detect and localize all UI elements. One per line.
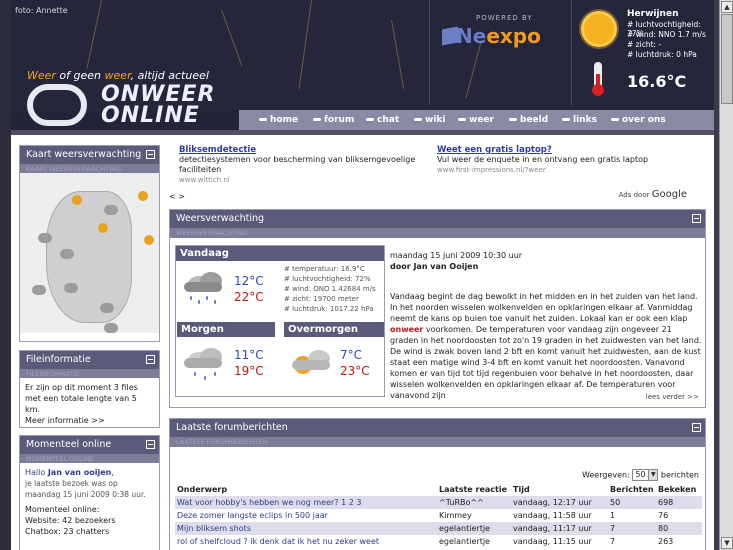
thermometer-icon xyxy=(592,62,604,96)
dayafter-tmin: 7°C xyxy=(340,348,363,362)
window-edge xyxy=(0,0,11,550)
minimize-icon[interactable] xyxy=(146,355,155,364)
forum-table: Onderwerp Laatste reactie Tijd Berichten… xyxy=(175,483,702,548)
site-header: foto: Annette Weer of geen weer, altijd … xyxy=(11,0,714,135)
cloud-icon xyxy=(64,283,78,293)
today-details: # temperatuur: 16.9°C # luchtvochtigheid… xyxy=(284,265,376,313)
online-box-title: Momenteel online xyxy=(26,439,112,450)
page: foto: Annette Weer of geen weer, altijd … xyxy=(11,0,714,550)
cloud-rain-icon xyxy=(184,346,224,370)
traffic-info-text: Er zijn op dit moment 3 files met een to… xyxy=(25,383,138,414)
vertical-scrollbar[interactable]: ▲ ▼ xyxy=(719,0,733,550)
cloud-rain-icon xyxy=(184,270,224,294)
current-weather: Herwijnen # luchtvochtigheid: 77% # wind… xyxy=(571,0,714,105)
forecast-map[interactable] xyxy=(20,173,159,333)
nav-home[interactable]: home xyxy=(259,115,298,125)
forecast-article: maandag 15 juni 2009 10:30 uur door Jan … xyxy=(390,250,702,401)
cloud-icon xyxy=(60,249,74,259)
forecast-panel: Weersverwachting WEERSVERWACHTING Vandaa… xyxy=(169,209,706,408)
nav-over-ons[interactable]: over ons xyxy=(611,115,666,125)
online-box: Momenteel online MOMENTEEL ONLINE Hallo … xyxy=(19,435,160,550)
forecast-today-label: Vandaag xyxy=(176,246,384,261)
cloud-icon xyxy=(104,323,118,333)
weather-pressure: # luchtdruk: 0 hPa xyxy=(627,50,697,59)
partly-cloudy-icon xyxy=(292,348,332,374)
weather-temperature: 16.6°C xyxy=(627,72,687,91)
weather-visibility: # zicht: - xyxy=(627,40,662,49)
sun-icon xyxy=(584,14,614,44)
ad-2[interactable]: Weet een gratis laptop? Vul weer de enqu… xyxy=(437,145,707,175)
table-row[interactable]: Deze zomer langste eclips in 500 jaar Ki… xyxy=(175,509,702,522)
today-tmin: 12°C xyxy=(234,274,264,288)
chevron-down-icon: ▼ xyxy=(648,470,658,480)
cloud-icon xyxy=(104,205,118,215)
ads-by-google[interactable]: Ads door Google xyxy=(619,189,687,200)
forum-title: Laatste forumberichten xyxy=(176,422,288,433)
weather-wind: # wind: NNO 1.7 m/s xyxy=(627,30,706,39)
slogan: Weer of geen weer, altijd actueel xyxy=(27,69,209,82)
scroll-down-icon[interactable]: ▼ xyxy=(721,537,733,549)
scroll-thumb[interactable] xyxy=(721,14,733,104)
cloud-icon xyxy=(32,285,46,295)
nav-forum[interactable]: forum xyxy=(313,115,354,125)
ad-1[interactable]: Bliksemdetectie detectiesystemen voor be… xyxy=(179,145,449,185)
forum-panel: Laatste forumberichten LAATSTE FORUMBERI… xyxy=(169,418,706,550)
article-date: maandag 15 juni 2009 10:30 uur xyxy=(390,251,523,260)
sun-icon xyxy=(144,235,154,245)
online-website: Website: 42 bezoekers xyxy=(25,516,116,525)
tomorrow-tmax: 19°C xyxy=(234,364,264,378)
today-tmax: 22°C xyxy=(234,290,264,304)
photo-credit: foto: Annette xyxy=(15,6,68,15)
posts-count-select[interactable]: 50 ▼ xyxy=(632,469,659,481)
file-box: Fileinformatie FILEINFORMATIE Er zijn op… xyxy=(19,350,160,428)
article-body: Vandaag begint de dag bewolkt in het mid… xyxy=(390,292,702,400)
traffic-more-link[interactable]: Meer informatie >> xyxy=(25,415,154,426)
nav-wiki[interactable]: wiki xyxy=(414,115,445,125)
ads-nav-arrows[interactable]: < > xyxy=(169,192,189,202)
site-logo[interactable]: ONWEER ONLINE xyxy=(21,82,231,128)
file-box-title: Fileinformatie xyxy=(26,354,91,365)
cloud-icon xyxy=(100,303,114,313)
map-box-title: Kaart weersverwachting xyxy=(26,149,142,160)
sun-icon xyxy=(98,223,108,233)
powered-by[interactable]: POWERED BY Neexpo xyxy=(429,0,579,105)
tomorrow-tmin: 11°C xyxy=(234,348,264,362)
table-row[interactable]: rol of shelfcloud ? ik denk dat ik het n… xyxy=(175,535,702,548)
dayafter-tmax: 23°C xyxy=(340,364,370,378)
nav-weer[interactable]: weer xyxy=(458,115,494,125)
nav-beeld[interactable]: beeld xyxy=(509,115,548,125)
cloud-icon xyxy=(38,233,52,243)
weather-location: Herwijnen xyxy=(627,9,679,19)
article-author: door Jan van Ooijen xyxy=(390,262,479,271)
forecast-card: Vandaag 12°C 22°C # temperatuur: 16.9°C … xyxy=(175,245,385,397)
forum-show-control: Weergeven: 50 ▼ berichten xyxy=(581,469,699,481)
table-row[interactable]: Mijn bliksem shots egelantiertje vandaag… xyxy=(175,522,702,535)
nav-links[interactable]: links xyxy=(562,115,597,125)
online-chatbox: Chatbox: 23 chatters xyxy=(25,527,110,536)
minimize-icon[interactable] xyxy=(146,440,155,449)
map-box: Kaart weersverwachting KAART WEERSVERWAC… xyxy=(19,145,160,342)
logo-ring-icon xyxy=(27,84,87,126)
greeting: Hallo Jan van ooijen, xyxy=(25,468,114,477)
sun-icon xyxy=(72,195,82,205)
forecast-title: Weersverwachting xyxy=(176,213,265,224)
main-nav: home forum chat wiki weer beeld links ov… xyxy=(239,110,714,130)
scroll-up-icon[interactable]: ▲ xyxy=(721,1,733,13)
read-more-link[interactable]: lees verder >> xyxy=(646,393,699,401)
forecast-tomorrow-label: Morgen xyxy=(177,322,275,337)
onweer-link[interactable]: onweer xyxy=(390,325,423,334)
user-name-link[interactable]: Jan van ooijen xyxy=(48,468,112,477)
last-visit: je laatste bezoek was op maandag 15 juni… xyxy=(25,479,146,499)
minimize-icon[interactable] xyxy=(146,150,155,159)
forecast-dayafter-label: Overmorgen xyxy=(284,322,384,337)
minimize-icon[interactable] xyxy=(692,214,701,223)
nav-chat[interactable]: chat xyxy=(366,115,399,125)
sun-icon xyxy=(138,191,148,201)
table-row[interactable]: Wat voor hobby's hebben we nog meer? 1 2… xyxy=(175,496,702,509)
minimize-icon[interactable] xyxy=(692,423,701,432)
